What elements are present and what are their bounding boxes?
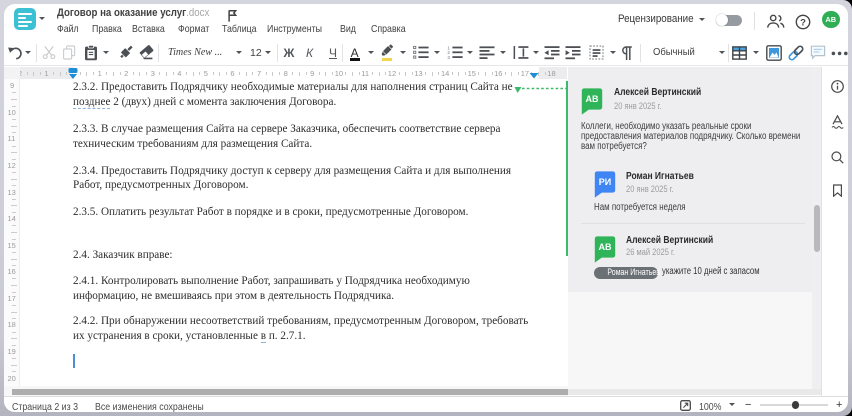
svg-text:?: ? xyxy=(800,17,806,28)
svg-text:3: 3 xyxy=(447,55,450,60)
